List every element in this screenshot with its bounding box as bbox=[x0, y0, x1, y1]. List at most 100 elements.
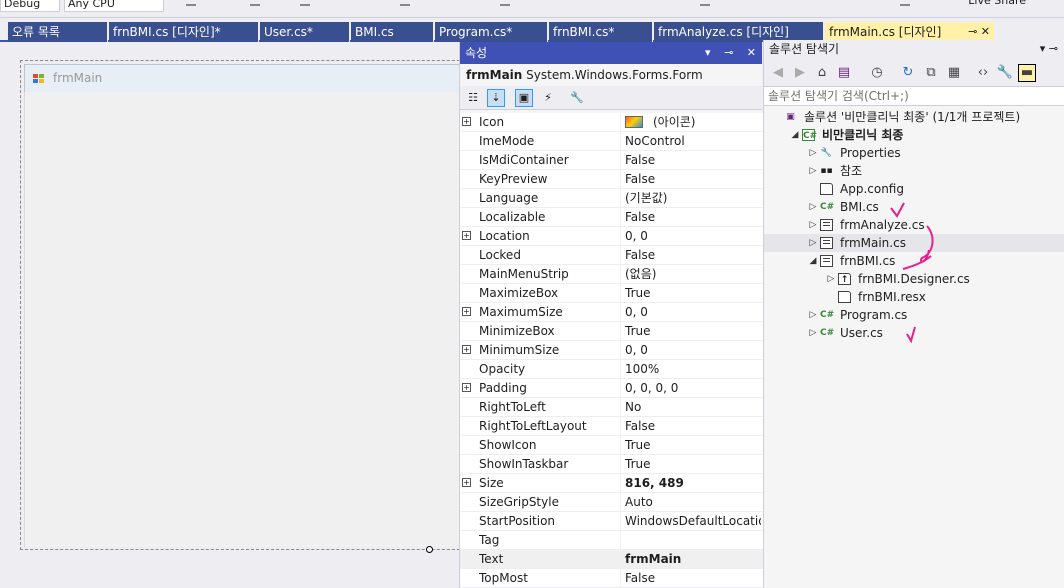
expand-arrow-icon[interactable]: ▷ bbox=[808, 198, 818, 216]
pin-icon[interactable]: ⊸ ✕ bbox=[968, 22, 990, 42]
pending-changes-icon[interactable]: ◷ bbox=[868, 64, 886, 82]
property-value[interactable]: True bbox=[625, 322, 761, 341]
property-value[interactable]: False bbox=[625, 151, 761, 170]
expand-arrow-icon[interactable]: ▷ bbox=[808, 306, 818, 324]
preview-selected-icon[interactable]: ▬ bbox=[1018, 64, 1036, 82]
tab-frnbmi-cs[interactable]: frnBMI.cs* bbox=[549, 22, 653, 42]
property-value[interactable]: 100% bbox=[625, 360, 761, 379]
tree-item[interactable]: ▷ C# BMI.cs bbox=[764, 198, 1064, 216]
property-value[interactable]: No bbox=[625, 398, 761, 417]
start-icon[interactable] bbox=[186, 0, 196, 6]
tree-item[interactable]: ◢ frnBMI.cs bbox=[764, 252, 1064, 270]
toolbar-icon[interactable] bbox=[400, 0, 410, 6]
object-selector[interactable]: frmMain System.Windows.Forms.Form bbox=[460, 64, 762, 86]
property-value[interactable]: WindowsDefaultLocation bbox=[625, 512, 761, 531]
property-row[interactable]: MinimizeBox True bbox=[460, 322, 763, 341]
property-value[interactable]: (없음) bbox=[625, 265, 761, 284]
property-row[interactable]: RightToLeft No bbox=[460, 398, 763, 417]
back-icon[interactable]: ◀ bbox=[769, 64, 787, 82]
properties-icon[interactable]: ▣ bbox=[515, 89, 533, 107]
pin-icon[interactable]: ⊸ bbox=[724, 46, 733, 59]
tree-item[interactable]: ▷ ▪▪ 참조 bbox=[764, 162, 1064, 180]
form-designer-surface[interactable]: frmMain bbox=[0, 44, 484, 588]
switch-views-icon[interactable]: ▤ bbox=[835, 64, 853, 82]
property-value[interactable]: False bbox=[625, 569, 761, 588]
property-row[interactable]: + Padding 0, 0, 0, 0 bbox=[460, 379, 763, 398]
expand-arrow-icon[interactable]: ▷ bbox=[808, 234, 818, 252]
property-row[interactable]: Localizable False bbox=[460, 208, 763, 227]
property-row[interactable]: + Size 816, 489 bbox=[460, 474, 763, 493]
property-row[interactable]: StartPosition WindowsDefaultLocation bbox=[460, 512, 763, 531]
property-value[interactable]: frmMain bbox=[625, 550, 761, 569]
property-row[interactable]: TopMost False bbox=[460, 569, 763, 588]
tree-item[interactable]: ▷ ↑ frnBMI.Designer.cs bbox=[764, 270, 1064, 288]
tree-item[interactable]: ▷ C# Program.cs bbox=[764, 306, 1064, 324]
toolbar-icon[interactable] bbox=[300, 0, 310, 6]
property-value[interactable]: (기본값) bbox=[625, 189, 761, 208]
property-row[interactable]: + Location 0, 0 bbox=[460, 227, 763, 246]
expand-icon[interactable]: + bbox=[462, 231, 471, 240]
tree-item[interactable]: ◢ C# 비만클리닉 최종 bbox=[764, 126, 1064, 144]
tab-frmmain-design[interactable]: frmMain.cs [디자인] ⊸ ✕ bbox=[825, 22, 995, 42]
property-row[interactable]: Locked False bbox=[460, 246, 763, 265]
expand-icon[interactable]: + bbox=[462, 307, 471, 316]
property-value[interactable]: False bbox=[625, 417, 761, 436]
expand-icon[interactable]: + bbox=[462, 117, 471, 126]
tab-frmanalyze-design[interactable]: frmAnalyze.cs [디자인] bbox=[654, 22, 824, 42]
tab-frnbmi-design[interactable]: frnBMI.cs [디자인]* bbox=[109, 22, 259, 42]
events-icon[interactable]: ⚡ bbox=[539, 89, 557, 107]
collapse-arrow-icon[interactable]: ◢ bbox=[808, 252, 818, 270]
tree-item[interactable]: ▷ frmMain.cs bbox=[764, 234, 1064, 252]
property-value[interactable]: False bbox=[625, 170, 761, 189]
property-value[interactable]: True bbox=[625, 284, 761, 303]
tree-item[interactable]: ▷ 🔧 Properties bbox=[764, 144, 1064, 162]
refresh-icon[interactable]: ↻ bbox=[899, 64, 917, 82]
tree-item[interactable]: ▷ frmAnalyze.cs bbox=[764, 216, 1064, 234]
property-row[interactable]: + Icon (아이콘) bbox=[460, 113, 763, 132]
dropdown-icon[interactable]: ▾ ⊸ bbox=[1040, 40, 1058, 58]
property-value[interactable]: NoControl bbox=[625, 132, 761, 151]
forward-icon[interactable]: ▶ bbox=[791, 64, 809, 82]
property-row[interactable]: SizeGripStyle Auto bbox=[460, 493, 763, 512]
expand-icon[interactable]: + bbox=[462, 478, 471, 487]
property-row[interactable]: ShowInTaskbar True bbox=[460, 455, 763, 474]
property-value[interactable]: False bbox=[625, 246, 761, 265]
property-value[interactable]: 0, 0 bbox=[625, 303, 761, 322]
property-row[interactable]: Tag bbox=[460, 531, 763, 550]
tree-item[interactable]: App.config bbox=[764, 180, 1064, 198]
live-share-button[interactable]: Live Share bbox=[968, 0, 1026, 8]
expand-arrow-icon[interactable]: ▷ bbox=[808, 324, 818, 342]
dropdown-icon[interactable]: ▾ bbox=[705, 46, 711, 59]
expand-arrow-icon[interactable]: ▷ bbox=[808, 162, 818, 180]
collapse-all-icon[interactable]: ⧉ bbox=[922, 64, 940, 82]
categorized-icon[interactable]: ☷ bbox=[464, 89, 482, 107]
property-row[interactable]: ShowIcon True bbox=[460, 436, 763, 455]
resize-handle[interactable] bbox=[426, 546, 433, 553]
property-row[interactable]: ImeMode NoControl bbox=[460, 132, 763, 151]
property-value[interactable]: 816, 489 bbox=[625, 474, 761, 493]
toolbar-icon[interactable] bbox=[700, 0, 710, 6]
tree-item[interactable]: ▷ C# User.cs bbox=[764, 324, 1064, 342]
platform-dropdown[interactable]: Any CPU bbox=[64, 0, 164, 12]
property-row[interactable]: IsMdiContainer False bbox=[460, 151, 763, 170]
property-row[interactable]: RightToLeftLayout False bbox=[460, 417, 763, 436]
collapse-arrow-icon[interactable]: ◢ bbox=[790, 126, 800, 144]
property-row[interactable]: MaximizeBox True bbox=[460, 284, 763, 303]
property-value[interactable]: True bbox=[625, 436, 761, 455]
toolbar-icon[interactable] bbox=[250, 0, 260, 6]
expand-arrow-icon[interactable]: ▷ bbox=[808, 144, 818, 162]
property-value[interactable]: False bbox=[625, 208, 761, 227]
view-code-icon[interactable]: ‹› bbox=[974, 64, 992, 82]
tab-bmi-cs[interactable]: BMI.cs bbox=[351, 22, 434, 42]
expand-icon[interactable]: + bbox=[462, 345, 471, 354]
form-selection-frame[interactable]: frmMain bbox=[20, 60, 484, 550]
property-value[interactable]: 0, 0 bbox=[625, 341, 761, 360]
configuration-dropdown[interactable]: Debug bbox=[0, 0, 60, 12]
tree-item[interactable]: frnBMI.resx bbox=[764, 288, 1064, 306]
property-row[interactable]: + MaximumSize 0, 0 bbox=[460, 303, 763, 322]
property-row[interactable]: KeyPreview False bbox=[460, 170, 763, 189]
tab-user-cs[interactable]: User.cs* bbox=[260, 22, 350, 42]
property-row[interactable]: Text frmMain bbox=[460, 550, 763, 569]
property-row[interactable]: Opacity 100% bbox=[460, 360, 763, 379]
toolbar-icon[interactable] bbox=[500, 0, 510, 6]
